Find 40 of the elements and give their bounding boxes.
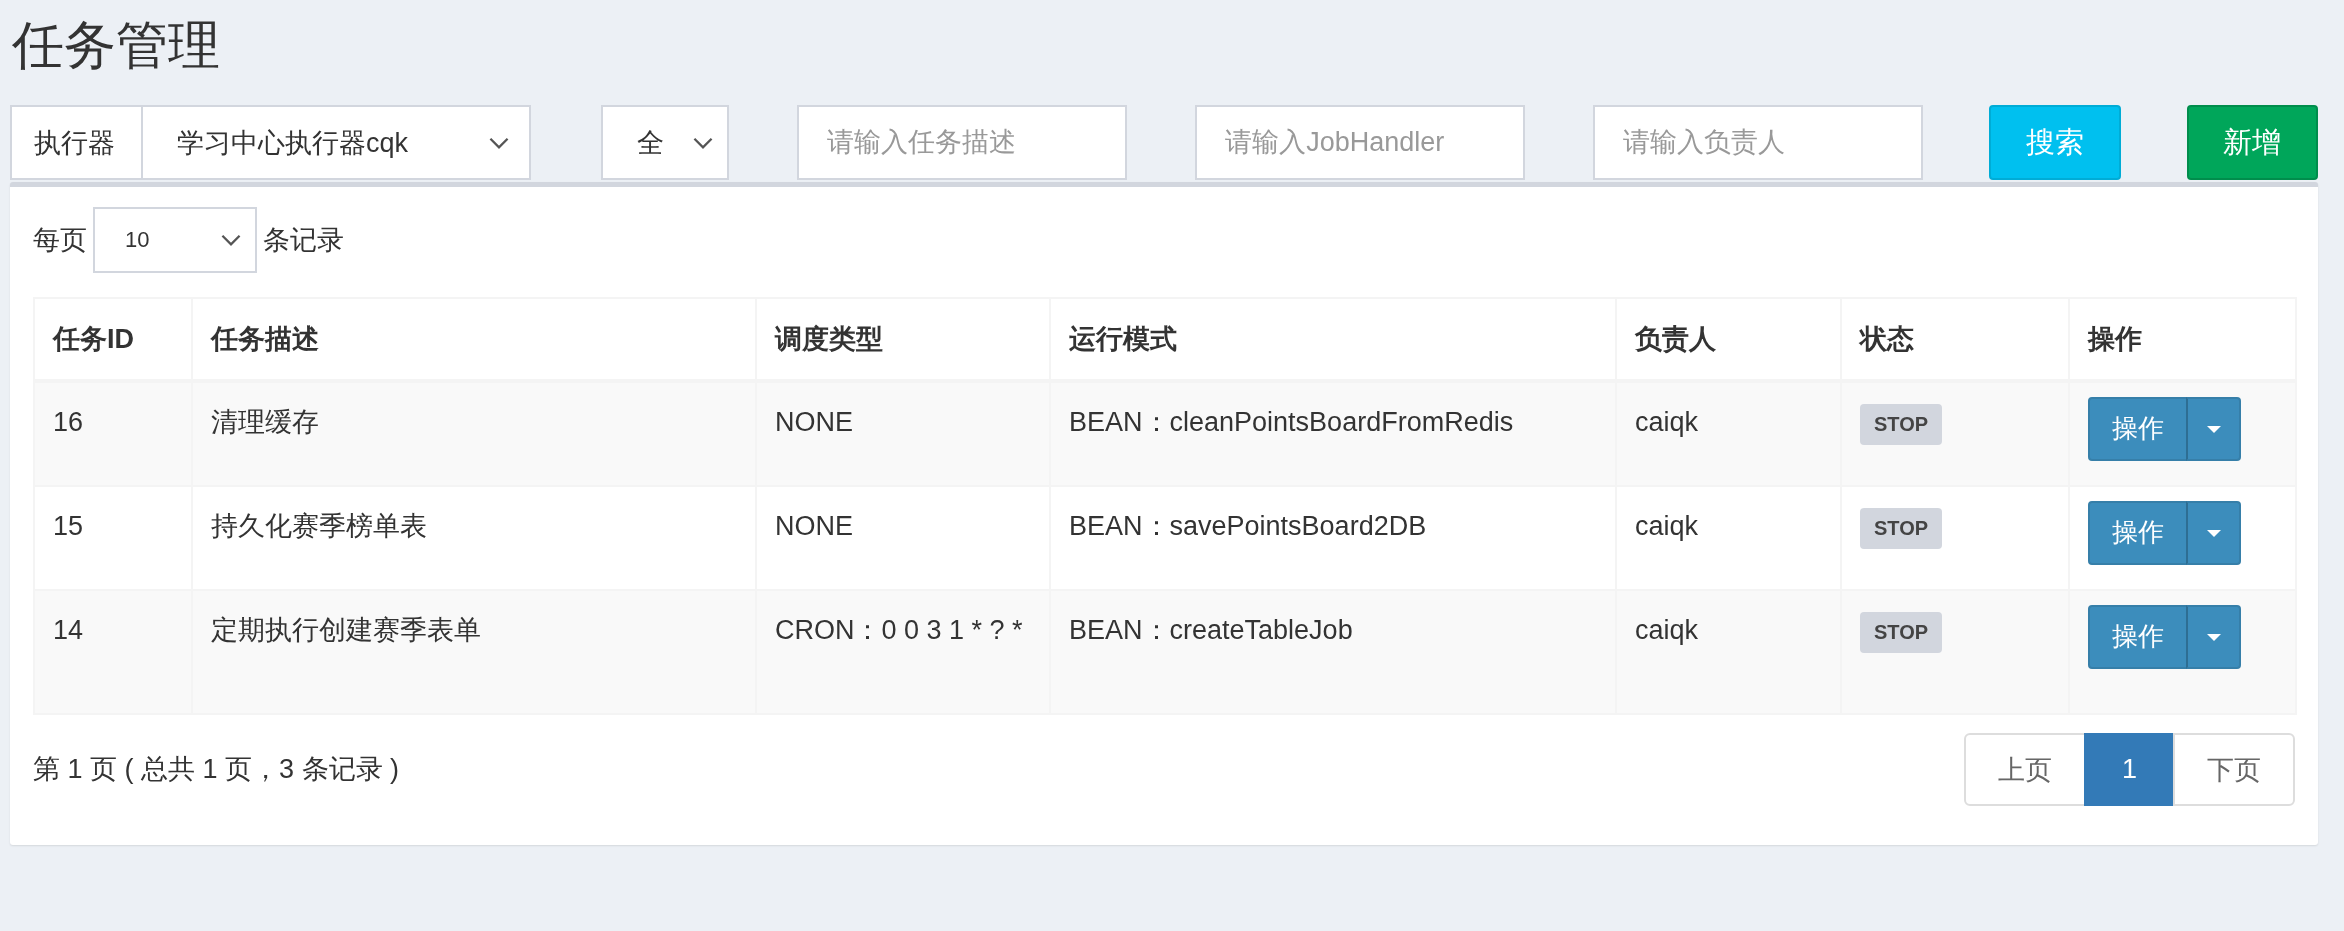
table-cell: NONE xyxy=(756,381,1050,486)
table-cell: BEAN：createTableJob xyxy=(1050,590,1616,714)
add-button[interactable]: 新增 xyxy=(2186,105,2318,180)
table-cell: 定期执行创建赛季表单 xyxy=(192,590,756,714)
table-cell: caiqk xyxy=(1616,381,1841,486)
chevron-down-icon xyxy=(693,136,714,149)
pagination-button[interactable]: 1 xyxy=(2083,733,2175,806)
action-button[interactable]: 操作 xyxy=(2088,605,2188,669)
pagination-summary: 第 1 页 ( 总共 1 页，3 条记录 ) xyxy=(33,753,400,786)
caret-icon xyxy=(2206,425,2221,433)
table-cell: 14 xyxy=(34,590,192,714)
chevron-down-icon xyxy=(489,136,510,149)
dropdown-toggle[interactable] xyxy=(2186,605,2241,669)
status-badge: STOP xyxy=(1860,612,1943,653)
search-field[interactable]: 请输入任务描述 xyxy=(797,105,1128,180)
pagination-button[interactable]: 下页 xyxy=(2173,733,2295,806)
table-cell: 清理缓存 xyxy=(192,381,756,486)
search-field[interactable]: 请输入JobHandler xyxy=(1195,105,1526,180)
page-size-label: 每页 xyxy=(33,224,87,257)
chevron-down-icon xyxy=(221,234,241,246)
caret-icon xyxy=(2206,633,2221,641)
search-field[interactable]: 请输入负责人 xyxy=(1593,105,1924,180)
status-badge: STOP xyxy=(1860,508,1943,549)
table-cell: 16 xyxy=(34,381,192,486)
table-cell: caiqk xyxy=(1616,590,1841,714)
page-size-select[interactable]: 10 xyxy=(93,207,257,273)
status-select[interactable]: 全 xyxy=(601,105,730,180)
status-badge: STOP xyxy=(1860,404,1943,445)
page-title: 任务管理 xyxy=(11,15,221,76)
table-cell: BEAN：cleanPointsBoardFromRedis xyxy=(1050,381,1616,486)
dropdown-toggle[interactable] xyxy=(2186,501,2241,565)
pagination-button[interactable]: 上页 xyxy=(1963,733,2086,806)
page-size-label: 条记录 xyxy=(263,224,344,257)
table-cell: CRON：0 0 3 1 * ? * xyxy=(756,590,1050,714)
action-button[interactable]: 操作 xyxy=(2088,397,2188,461)
executor-label: 执行器 xyxy=(10,105,143,180)
executor-select[interactable]: 学习中心执行器cqk xyxy=(141,105,532,180)
caret-icon xyxy=(2206,529,2221,537)
action-button[interactable]: 操作 xyxy=(2088,501,2188,565)
dropdown-toggle[interactable] xyxy=(2186,397,2241,461)
